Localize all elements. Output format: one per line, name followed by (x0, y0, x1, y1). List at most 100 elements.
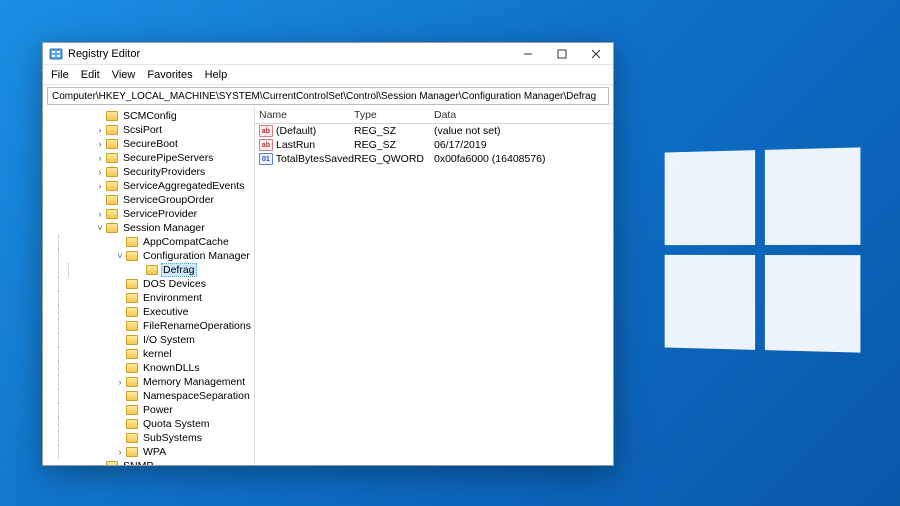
value-name: LastRun (276, 139, 315, 151)
tree-pane[interactable]: SCMConfig›ScsiPort›SecureBoot›SecurePipe… (43, 107, 255, 465)
value-type: REG_SZ (354, 139, 434, 151)
tree-item-label: Environment (141, 292, 204, 304)
value-row[interactable]: abLastRunREG_SZ06/17/2019 (255, 138, 613, 152)
tree-item-label: Memory Management (141, 376, 247, 388)
tree-item-label: SubSystems (141, 432, 204, 444)
menu-help[interactable]: Help (205, 69, 228, 81)
tree-item-label: SecurityProviders (121, 166, 207, 178)
tree-item[interactable]: NamespaceSeparation (55, 389, 254, 403)
menu-file[interactable]: File (51, 69, 69, 81)
tree-item-label: Defrag (161, 263, 197, 277)
tree-item[interactable]: AppCompatCache (55, 235, 254, 249)
folder-icon (126, 391, 138, 401)
tree-item[interactable]: ›SecurePipeServers (45, 151, 254, 165)
tree-item[interactable]: › ServiceAggregatedEvents (45, 179, 254, 193)
tree-item-label: kernel (141, 348, 174, 360)
tree-item[interactable]: ›ScsiPort (45, 123, 254, 137)
tree-item[interactable]: Quota System (55, 417, 254, 431)
tree-item-label: NamespaceSeparation (141, 390, 252, 402)
tree-item[interactable]: FileRenameOperations (55, 319, 254, 333)
tree-item[interactable]: ServiceGroupOrder (45, 193, 254, 207)
expander-closed-icon[interactable]: › (95, 139, 105, 149)
tree-item[interactable]: › Memory Management (55, 375, 254, 389)
tree-item-label: Session Manager (121, 222, 207, 234)
columns-header[interactable]: Name Type Data (255, 107, 613, 124)
folder-icon (126, 363, 138, 373)
expander-open-icon[interactable]: ˅ (115, 251, 125, 261)
tree-item[interactable]: ›ServiceProvider (45, 207, 254, 221)
expander-closed-icon[interactable]: › (115, 377, 125, 387)
tree-item-label: I/O System (141, 334, 197, 346)
folder-icon (106, 153, 118, 163)
menu-view[interactable]: View (112, 69, 136, 81)
tree-item[interactable]: SubSystems (55, 431, 254, 445)
value-row[interactable]: 01TotalBytesSavedREG_QWORD0x00fa6000 (16… (255, 152, 613, 166)
expander-open-icon[interactable]: ˅ (95, 223, 105, 233)
col-data[interactable]: Data (434, 109, 609, 121)
folder-icon (106, 461, 118, 465)
expander-closed-icon[interactable]: › (95, 461, 105, 465)
folder-icon (126, 293, 138, 303)
value-type: REG_SZ (354, 125, 434, 137)
tree-item[interactable]: SCMConfig (45, 109, 254, 123)
folder-icon (126, 251, 138, 261)
folder-icon (106, 125, 118, 135)
tree-item-label: Quota System (141, 418, 212, 430)
expander-closed-icon[interactable]: › (115, 447, 125, 457)
tree-item-label: ServiceAggregatedEvents (121, 180, 246, 192)
tree-item-label: KnownDLLs (141, 362, 202, 374)
folder-icon (126, 377, 138, 387)
tree-item[interactable]: I/O System (55, 333, 254, 347)
maximize-button[interactable] (545, 43, 579, 65)
tree-item-label: SCMConfig (121, 110, 179, 122)
tree-item[interactable]: KnownDLLs (55, 361, 254, 375)
folder-icon (126, 433, 138, 443)
expander-closed-icon[interactable]: › (95, 125, 105, 135)
folder-icon (126, 419, 138, 429)
menu-favorites[interactable]: Favorites (147, 69, 192, 81)
tree-item-label: DOS Devices (141, 278, 208, 290)
folder-icon (126, 405, 138, 415)
tree-item[interactable]: Environment (55, 291, 254, 305)
folder-icon (126, 279, 138, 289)
tree-item[interactable]: ˅Configuration Manager (55, 249, 254, 263)
tree-item[interactable]: ˅ Session Manager (45, 221, 254, 235)
tree-item[interactable]: Defrag (65, 263, 254, 277)
tree-item[interactable]: ›WPA (55, 445, 254, 459)
tree-item[interactable]: DOS Devices (55, 277, 254, 291)
tree-item-label: Executive (141, 306, 191, 318)
folder-icon (106, 111, 118, 121)
tree-item[interactable]: kernel (55, 347, 254, 361)
tree-item[interactable]: Power (55, 403, 254, 417)
value-row[interactable]: ab(Default)REG_SZ(value not set) (255, 124, 613, 138)
folder-icon (146, 265, 158, 275)
value-data: 0x00fa6000 (16408576) (434, 153, 609, 165)
values-pane[interactable]: Name Type Data ab(Default)REG_SZ(value n… (255, 107, 613, 465)
minimize-button[interactable] (511, 43, 545, 65)
app-icon (49, 47, 63, 61)
close-button[interactable] (579, 43, 613, 65)
string-value-icon: ab (259, 139, 273, 151)
binary-value-icon: 01 (259, 153, 273, 165)
expander-closed-icon[interactable]: › (95, 209, 105, 219)
col-type[interactable]: Type (354, 109, 434, 121)
tree-item[interactable]: ›SNMP (45, 459, 254, 465)
tree-item[interactable]: Executive (55, 305, 254, 319)
tree-item[interactable]: ›SecureBoot (45, 137, 254, 151)
expander-closed-icon[interactable]: › (95, 167, 105, 177)
tree-item-label: ServiceGroupOrder (121, 194, 216, 206)
address-text: Computer\HKEY_LOCAL_MACHINE\SYSTEM\Curre… (52, 91, 596, 102)
titlebar[interactable]: Registry Editor (43, 43, 613, 65)
expander-closed-icon[interactable]: › (95, 181, 105, 191)
registry-editor-window: Registry Editor File Edit View Favorites… (42, 42, 614, 466)
menu-edit[interactable]: Edit (81, 69, 100, 81)
col-name[interactable]: Name (259, 109, 354, 121)
tree-item-label: Power (141, 404, 175, 416)
folder-icon (106, 223, 118, 233)
tree-item-label: FileRenameOperations (141, 320, 253, 332)
value-name: TotalBytesSaved (276, 153, 354, 165)
address-bar[interactable]: Computer\HKEY_LOCAL_MACHINE\SYSTEM\Curre… (47, 87, 609, 105)
tree-item[interactable]: › SecurityProviders (45, 165, 254, 179)
expander-closed-icon[interactable]: › (95, 153, 105, 163)
string-value-icon: ab (259, 125, 273, 137)
